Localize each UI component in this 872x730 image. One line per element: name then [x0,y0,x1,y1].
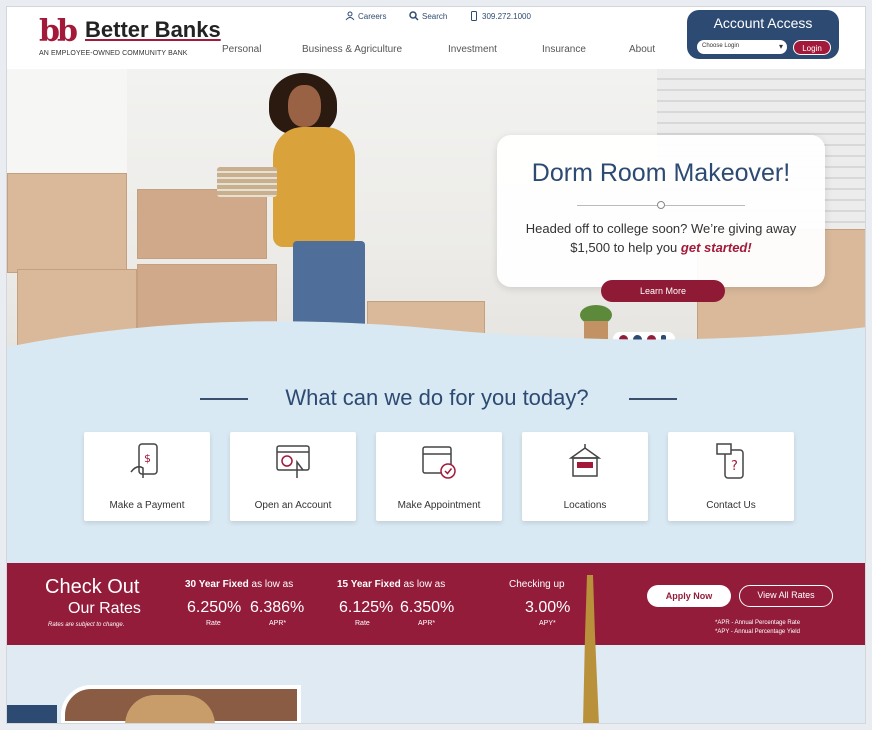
learn-more-button[interactable]: Learn More [601,280,725,302]
rate-group-title: 15 Year Fixed [337,579,401,590]
account-access-title: Account Access [713,15,813,31]
hero-wave [7,321,865,367]
apr-label: APR* [418,620,436,627]
open-account-icon [276,445,310,478]
student-face [288,85,321,127]
apr-footnote: *APR - Annual Percentage Rate [715,620,801,626]
cardboard-box [7,173,127,273]
apy-footnote: *APY - Annual Percentage Yield [715,629,800,635]
promo-title: Dorm Room Makeover! [531,159,791,187]
tile-label: Make Appointment [397,500,481,511]
rate-label: Rate [355,620,370,627]
tile-label: Locations [563,500,607,511]
statue-decoration [583,575,599,723]
search-label: Search [422,11,448,21]
svg-text:$: $ [144,452,151,465]
promo-text-emphasis: get started! [680,240,752,255]
login-select-value: Choose Login [702,43,740,49]
promo-text: Headed off to college soon? We’re giving… [517,219,805,257]
tile-make-payment[interactable]: $ Make a Payment [84,432,210,521]
logo-tagline: AN EMPLOYEE-OWNED COMMUNITY BANK [39,50,188,57]
login-button[interactable]: Login [793,40,831,55]
search-icon [409,11,419,21]
tile-label: Make a Payment [109,500,185,511]
site-header: bb Better Banks AN EMPLOYEE-OWNED COMMUN… [7,7,865,69]
section-accent [7,705,57,723]
divider-dot-icon [657,201,665,209]
logo-name: Better Banks [85,17,221,42]
contact-phone-icon: ? [716,443,744,479]
rate-value: 6.250% [187,599,242,616]
tile-make-appointment[interactable]: Make Appointment [376,432,502,521]
rate-group-head: 15 Year Fixed as low as [337,579,445,590]
photo-person [125,695,215,723]
account-access-panel: Account Access Choose Login ▾ Login [687,10,839,59]
payment-phone-icon: $ [130,443,158,478]
rate-group-qualifier: as low as [251,579,294,590]
apply-now-button[interactable]: Apply Now [647,585,731,607]
phone-link[interactable]: 309.272.1000 [469,11,531,21]
tile-contact-us[interactable]: ? Contact Us [668,432,794,521]
chevron-down-icon: ▾ [778,42,783,51]
rates-title-line2: Our Rates [68,600,141,617]
browser-page: bb Better Banks AN EMPLOYEE-OWNED COMMUN… [6,6,866,724]
nav-investment[interactable]: Investment [448,44,497,55]
next-section [7,645,865,723]
careers-link[interactable]: Careers [345,11,386,21]
nav-personal[interactable]: Personal [222,44,261,55]
checking-value: 3.00% [525,599,571,616]
phone-number: 309.272.1000 [482,11,531,21]
checking-label: APY* [539,620,556,627]
phone-icon [471,11,477,21]
rates-title-line1: Check Out [45,576,140,598]
svg-text:?: ? [731,459,738,474]
rate-group-qualifier: as low as [403,579,446,590]
rates-banner: Check Out Our Rates Rates are subject to… [7,563,865,645]
tile-label: Contact Us [706,500,756,511]
book-stack [217,167,277,197]
student-sweater [273,127,355,247]
view-all-rates-button[interactable]: View All Rates [739,585,833,607]
person-icon [345,11,355,21]
rate-group-title: 30 Year Fixed [185,579,249,590]
login-select[interactable]: Choose Login ▾ [697,40,787,54]
bank-building-icon [568,444,602,477]
services-title: What can we do for you today? [285,385,589,410]
careers-label: Careers [358,11,387,21]
search-link[interactable]: Search [409,11,447,21]
cardboard-box [137,189,267,259]
nav-business-agriculture[interactable]: Business & Agriculture [302,44,402,55]
logo-mark: bb [39,14,78,49]
rate-value: 6.125% [339,599,394,616]
tile-open-account[interactable]: Open an Account [230,432,356,521]
apr-label: APR* [269,620,287,627]
checking-head: Checking up [509,579,565,590]
apr-value: 6.386% [250,599,305,616]
rate-group-head: 30 Year Fixed as low as [185,579,293,590]
rates-disclaimer: Rates are subject to change. [48,622,125,628]
nav-about[interactable]: About [629,44,655,55]
apr-value: 6.350% [400,599,455,616]
promo-card: Dorm Room Makeover! Headed off to colleg… [497,135,825,287]
rate-label: Rate [206,620,221,627]
tile-label: Open an Account [254,500,332,511]
promo-text-main: Headed off to college soon? We’re giving… [525,221,797,255]
tile-locations[interactable]: Locations [522,432,648,521]
nav-insurance[interactable]: Insurance [542,44,586,55]
calendar-icon [422,446,456,479]
